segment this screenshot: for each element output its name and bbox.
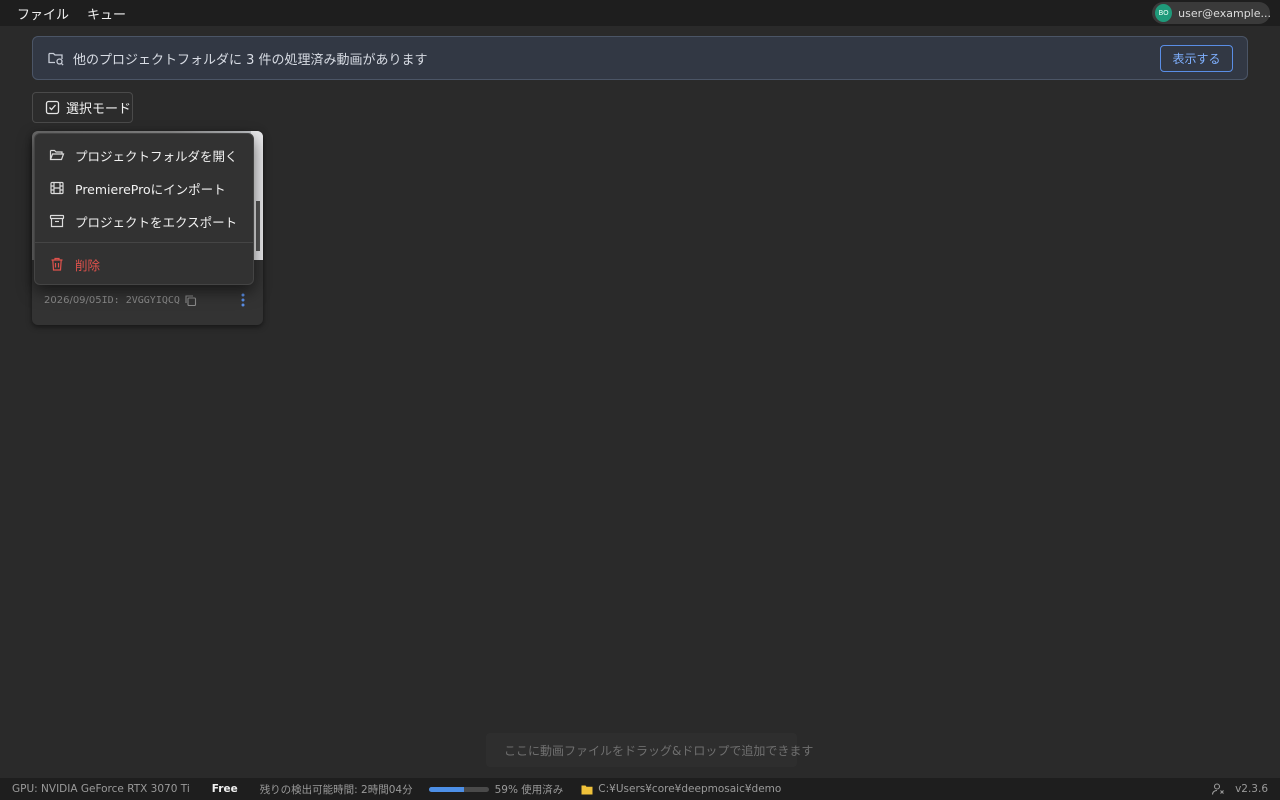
select-mode-label: 選択モード bbox=[66, 102, 132, 117]
project-path-text: C:¥Users¥core¥deepmosaic¥demo bbox=[598, 783, 782, 795]
menu-item-import-premiere[interactable]: PremiereProにインポート bbox=[35, 174, 253, 202]
gpu-info: GPU: NVIDIA GeForce RTX 3070 Ti bbox=[12, 783, 190, 795]
remaining-time: 残りの検出可能時間: 2時間04分 bbox=[259, 783, 413, 796]
menu-item-open-folder[interactable]: プロジェクトフォルダを開く bbox=[35, 141, 253, 169]
more-vertical-icon[interactable] bbox=[241, 293, 245, 307]
user-email: user@example.... bbox=[1178, 6, 1270, 20]
menubar: ファイル キュー BO user@example.... bbox=[0, 0, 1280, 26]
plan-badge: Free bbox=[211, 783, 238, 795]
avatar: BO bbox=[1155, 4, 1173, 22]
trash-icon bbox=[51, 257, 63, 271]
menu-file[interactable]: ファイル bbox=[8, 0, 78, 26]
show-button[interactable]: 表示する bbox=[1160, 45, 1233, 72]
usage-progress bbox=[428, 786, 489, 792]
app-version: v2.3.6 bbox=[1235, 783, 1268, 795]
folder-open-icon bbox=[49, 149, 65, 161]
archive-icon bbox=[49, 214, 65, 228]
menu-item-label: プロジェクトをエクスポート bbox=[75, 214, 238, 230]
project-path[interactable]: C:¥Users¥core¥deepmosaic¥demo bbox=[581, 783, 781, 795]
menu-item-delete[interactable]: 削除 bbox=[35, 250, 253, 278]
menu-item-export-project[interactable]: プロジェクトをエクスポート bbox=[35, 207, 253, 235]
usage-progress-fill bbox=[428, 786, 464, 792]
banner-message: 他のプロジェクトフォルダに 3 件の処理済み動画があります bbox=[73, 52, 428, 68]
copy-icon[interactable] bbox=[184, 294, 197, 307]
processed-videos-banner: 他のプロジェクトフォルダに 3 件の処理済み動画があります 表示する bbox=[32, 36, 1248, 80]
project-id: ID: 2VGGYIQCQ bbox=[101, 295, 180, 306]
statusbar: GPU: NVIDIA GeForce RTX 3070 Ti Free 残りの… bbox=[0, 778, 1280, 800]
user-settings-icon[interactable] bbox=[1211, 782, 1225, 796]
select-mode-button[interactable]: 選択モード bbox=[32, 92, 133, 123]
checkbox-icon bbox=[45, 100, 60, 115]
menu-queue[interactable]: キュー bbox=[78, 0, 135, 26]
menu-divider bbox=[35, 242, 253, 243]
project-date: 2026/09/05 bbox=[44, 295, 102, 306]
usage-label: 59% 使用済み bbox=[494, 783, 564, 796]
menu-item-label: プロジェクトフォルダを開く bbox=[75, 148, 238, 164]
folder-search-icon bbox=[47, 49, 65, 67]
menu-item-label: PremiereProにインポート bbox=[75, 181, 226, 197]
user-account-chip[interactable]: BO user@example.... bbox=[1152, 2, 1270, 24]
project-meta: 2026/09/05 ID: 2VGGYIQCQ bbox=[44, 294, 197, 307]
menu-item-label: 削除 bbox=[75, 257, 101, 273]
drop-zone-hint[interactable]: ここに動画ファイルをドラッグ&ドロップで追加できます bbox=[486, 733, 813, 767]
drop-hint-text: ここに動画ファイルをドラッグ&ドロップで追加できます bbox=[504, 743, 814, 758]
film-icon bbox=[50, 181, 64, 195]
folder-icon bbox=[581, 785, 593, 794]
project-context-menu: プロジェクトフォルダを開く PremiereProにインポート プロジェクトをエ… bbox=[34, 133, 254, 285]
statusbar-right: v2.3.6 bbox=[1211, 778, 1268, 800]
